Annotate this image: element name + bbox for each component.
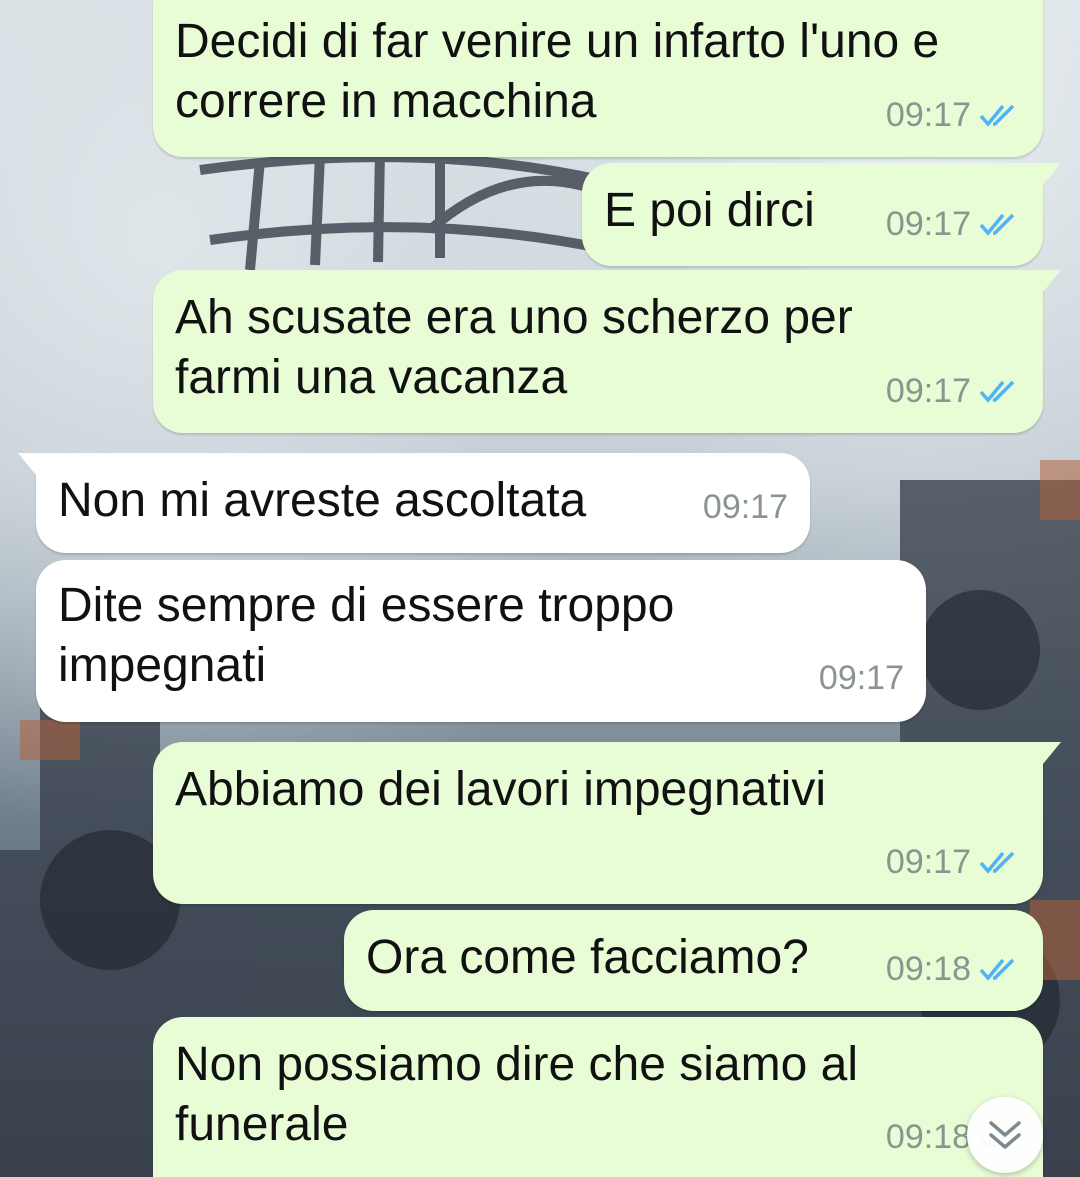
message-text: Dite sempre di essere troppo impegnati bbox=[58, 579, 675, 692]
double-check-icon bbox=[979, 104, 1015, 127]
message-meta: 09:17 bbox=[886, 194, 1021, 254]
bubble-tail bbox=[1043, 163, 1061, 185]
message-text: Abbiamo dei lavori impegnativi bbox=[175, 763, 826, 816]
message-time: 09:17 bbox=[885, 372, 971, 410]
chevron-double-down-icon bbox=[989, 1121, 1021, 1149]
message-bubble-incoming[interactable]: Non mi avreste ascoltata 09:17 bbox=[18, 453, 810, 553]
message-bubble-outgoing[interactable]: Ah scusate era uno scherzo per farmi una… bbox=[153, 270, 1061, 433]
message-bubble-outgoing[interactable]: Abbiamo dei lavori impegnativi 09:17 bbox=[153, 742, 1061, 904]
message-text: Ora come facciamo? bbox=[366, 931, 809, 984]
double-check-icon bbox=[979, 213, 1015, 236]
message-meta: 09:17 bbox=[703, 477, 788, 537]
double-check-icon bbox=[979, 851, 1015, 874]
message-bubble-incoming[interactable]: Dite sempre di essere troppo impegnati 0… bbox=[36, 560, 926, 722]
message-bubble-outgoing[interactable]: Decidi di far venire un infarto l'uno e … bbox=[153, 0, 1043, 157]
message-meta: 09:17 bbox=[886, 85, 1021, 145]
message-bubble-outgoing[interactable]: Ora come facciamo? 09:18 bbox=[344, 910, 1043, 1011]
message-meta: 09:17 bbox=[819, 648, 904, 708]
bubble-tail bbox=[1043, 742, 1061, 764]
message-time: 09:17 bbox=[818, 659, 904, 697]
scroll-to-bottom-button[interactable] bbox=[967, 1097, 1043, 1173]
bubble-tail bbox=[1043, 270, 1061, 292]
message-meta: 09:17 bbox=[886, 832, 1021, 892]
message-time: 09:17 bbox=[702, 488, 788, 526]
message-text: Decidi di far venire un infarto l'uno e … bbox=[175, 15, 940, 128]
bubble-tail bbox=[18, 453, 36, 475]
message-meta: 09:18 bbox=[886, 939, 1021, 999]
message-bubble-outgoing[interactable]: E poi dirci 09:17 bbox=[582, 163, 1061, 266]
message-time: 09:18 bbox=[885, 1118, 971, 1156]
message-text: Non mi avreste ascoltata bbox=[58, 474, 587, 527]
message-text: Ah scusate era uno scherzo per farmi una… bbox=[175, 291, 853, 404]
double-check-icon bbox=[979, 380, 1015, 403]
message-text: Non possiamo dire che siamo al funerale bbox=[175, 1038, 858, 1151]
message-time: 09:18 bbox=[885, 950, 971, 988]
message-bubble-outgoing[interactable]: Non possiamo dire che siamo al funerale … bbox=[153, 1017, 1043, 1177]
message-meta: 09:17 bbox=[886, 361, 1021, 421]
double-check-icon bbox=[979, 958, 1015, 981]
message-time: 09:17 bbox=[885, 843, 971, 881]
message-time: 09:17 bbox=[885, 96, 971, 134]
message-text: E poi dirci bbox=[604, 184, 815, 237]
message-time: 09:17 bbox=[885, 205, 971, 243]
